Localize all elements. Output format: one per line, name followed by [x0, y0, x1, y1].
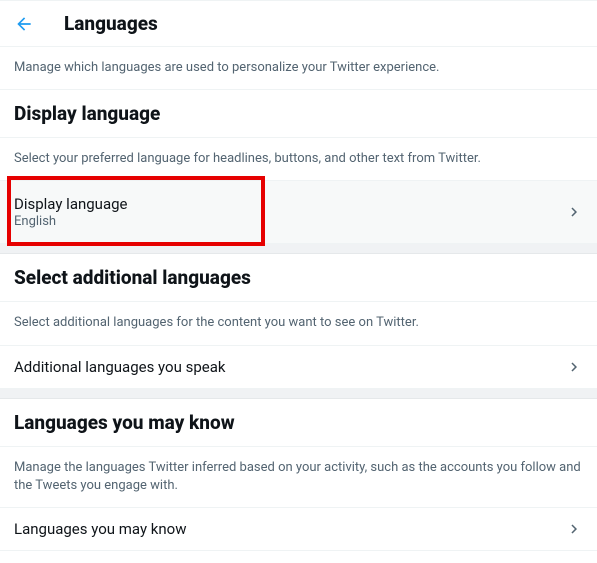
display-language-row[interactable]: Display language English	[0, 181, 597, 243]
display-language-value: English	[14, 214, 128, 229]
may-know-row[interactable]: Languages you may know	[0, 508, 597, 551]
chevron-right-icon	[565, 520, 583, 538]
display-language-row-wrapper: Display language English	[0, 181, 597, 244]
back-arrow-icon[interactable]	[14, 14, 34, 34]
additional-languages-label: Additional languages you speak	[14, 358, 225, 376]
display-language-section-title: Display language	[0, 90, 597, 138]
setting-left: Languages you may know	[14, 520, 186, 538]
page-title: Languages	[64, 12, 158, 35]
intro-description: Manage which languages are used to perso…	[0, 47, 597, 90]
setting-left: Display language English	[14, 195, 128, 229]
display-language-label: Display language	[14, 195, 128, 213]
section-gap	[0, 244, 597, 254]
chevron-right-icon	[565, 203, 583, 221]
may-know-description: Manage the languages Twitter inferred ba…	[0, 447, 597, 508]
additional-languages-row[interactable]: Additional languages you speak	[0, 346, 597, 389]
display-language-description: Select your preferred language for headl…	[0, 138, 597, 181]
additional-languages-description: Select additional languages for the cont…	[0, 302, 597, 345]
additional-languages-section-title: Select additional languages	[0, 254, 597, 302]
page-header: Languages	[0, 0, 597, 47]
chevron-right-icon	[565, 358, 583, 376]
may-know-section-title: Languages you may know	[0, 399, 597, 447]
may-know-label: Languages you may know	[14, 520, 186, 538]
setting-left: Additional languages you speak	[14, 358, 225, 376]
section-gap	[0, 389, 597, 399]
